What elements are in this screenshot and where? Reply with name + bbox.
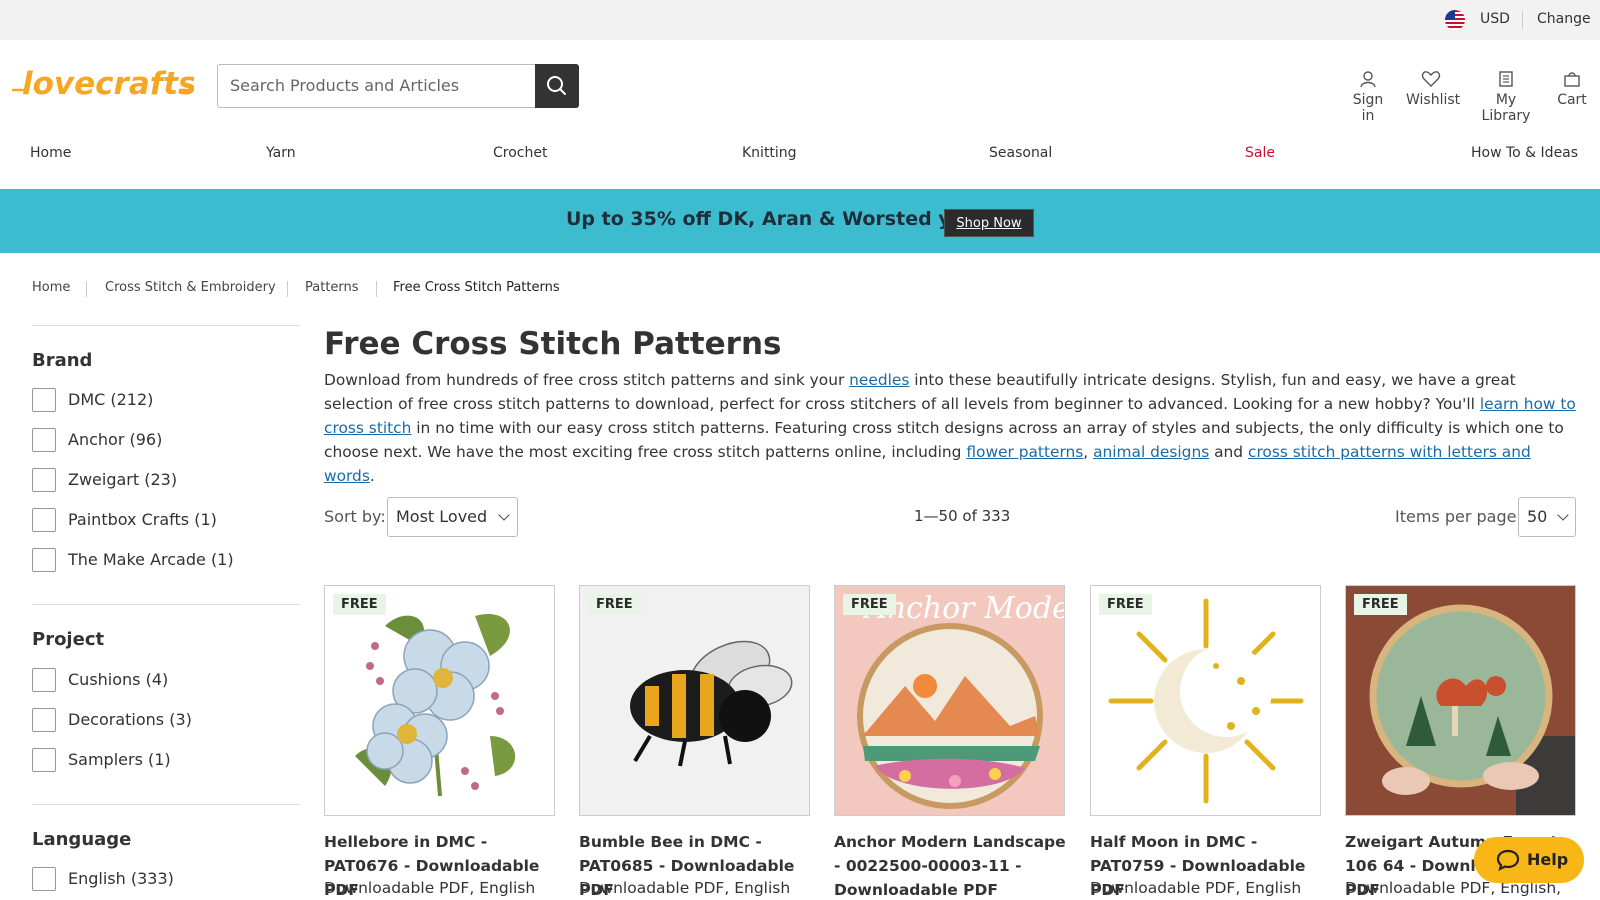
brand-option-label[interactable]: Zweigart (23) [68,470,177,489]
shop-now-button[interactable]: Shop Now [944,209,1034,237]
wishlist-button[interactable]: Wishlist [1406,70,1460,108]
product-image-hellebore[interactable]: FREE [324,585,555,816]
brand-checkbox-dmc[interactable] [32,388,56,412]
us-flag-icon [1445,10,1465,30]
breadcrumb-home[interactable]: Home [32,280,70,295]
sign-in-button[interactable]: Sign in [1345,70,1391,124]
project-filter-title[interactable]: Project [32,629,104,650]
breadcrumb-divider [287,281,288,297]
project-checkbox-decorations[interactable] [32,708,56,732]
promo-banner: Up to 35% off DK, Aran & Worsted yarns! [0,189,1600,253]
search-input[interactable] [230,65,530,106]
library-icon [1499,71,1513,87]
heart-icon [1421,71,1441,87]
divider [1522,11,1523,29]
bag-icon [1564,72,1580,87]
nav-crochet[interactable]: Crochet [493,145,547,161]
brand-checkbox-paintbox[interactable] [32,508,56,532]
results-count: 1—50 of 333 [914,507,1011,525]
free-badge: FREE [1354,594,1407,615]
items-per-page-label: Items per page: [1395,507,1522,526]
items-per-page-select[interactable]: 50 [1518,497,1576,537]
language-checkbox-english[interactable] [32,867,56,891]
breadcrumb-divider [376,281,377,297]
project-option-label[interactable]: Decorations (3) [68,710,192,729]
project-option-label[interactable]: Samplers (1) [68,750,171,769]
breadcrumb-patterns[interactable]: Patterns [305,280,359,295]
cart-label: Cart [1557,92,1587,108]
flower-patterns-link[interactable]: flower patterns [966,443,1083,461]
project-checkbox-samplers[interactable] [32,748,56,772]
user-icon [1360,71,1376,88]
nav-yarn[interactable]: Yarn [266,145,296,161]
free-badge: FREE [588,594,641,615]
divider [32,325,300,326]
free-badge: FREE [1099,594,1152,615]
chevron-down-icon [498,509,510,521]
divider [32,804,300,805]
free-badge: FREE [843,594,896,615]
search-icon [547,76,566,95]
change-currency-link[interactable]: Change [1537,11,1591,27]
chat-icon [1496,849,1520,871]
sort-select[interactable]: Most Loved [387,497,518,537]
project-checkbox-cushions[interactable] [32,668,56,692]
language-option-label[interactable]: English (333) [68,869,174,888]
chevron-down-icon [1557,509,1569,521]
wishlist-label: Wishlist [1406,92,1461,108]
breadcrumb-current: Free Cross Stitch Patterns [393,280,560,295]
brand-filter-title[interactable]: Brand [32,350,92,371]
my-library-label: My Library [1481,92,1531,124]
lovecrafts-logo[interactable]: lovecrafts [10,60,197,104]
nav-home[interactable]: Home [30,145,71,161]
divider [32,604,300,605]
currency-label: USD [1480,11,1510,27]
breadcrumb-cross-stitch[interactable]: Cross Stitch & Embroidery [105,280,276,295]
search-button[interactable] [535,64,579,108]
promo-text: Up to 35% off DK, Aran & Worsted yarns! [566,208,1007,230]
page-intro: Download from hundreds of free cross sti… [324,371,1576,485]
top-bar: USD Change [0,0,1600,40]
free-badge: FREE [333,594,386,615]
product-image-anchor-landscape[interactable]: Anchor Modern Landscape FREE [834,585,1065,816]
brand-option-label[interactable]: Anchor (96) [68,430,162,449]
logo-wordmark: lovecrafts [22,66,194,102]
help-label: Help [1527,850,1569,869]
my-library-button[interactable]: My Library [1471,70,1541,124]
cart-button[interactable]: Cart [1556,70,1588,108]
project-option-label[interactable]: Cushions (4) [68,670,168,689]
product-meta: Downloadable PDF, English [324,879,536,897]
nav-knitting[interactable]: Knitting [742,145,797,161]
nav-how-to-ideas[interactable]: How To & Ideas [1471,145,1578,161]
brand-checkbox-zweigart[interactable] [32,468,56,492]
brand-checkbox-make-arcade[interactable] [32,548,56,572]
brand-option-label[interactable]: DMC (212) [68,390,153,409]
nav-sale[interactable]: Sale [1245,145,1275,161]
product-meta: Downloadable PDF, English [579,879,791,897]
animal-designs-link[interactable]: animal designs [1093,443,1209,461]
product-image-zweigart-autumn[interactable]: FREE [1345,585,1576,816]
breadcrumb-divider [86,281,87,297]
product-meta: Downloadable PDF, English [1090,879,1302,897]
items-per-page-value: 50 [1527,507,1548,526]
brand-option-label[interactable]: Paintbox Crafts (1) [68,510,217,529]
product-title[interactable]: Anchor Modern Landscape - 0022500-00003-… [834,830,1066,900]
brand-option-label[interactable]: The Make Arcade (1) [68,550,234,569]
page-title: Free Cross Stitch Patterns [324,326,782,362]
nav-seasonal[interactable]: Seasonal [989,145,1052,161]
search-box [217,64,579,108]
product-image-bumble-bee[interactable]: FREE [579,585,810,816]
sign-in-label: Sign in [1352,92,1384,124]
product-image-half-moon[interactable]: FREE [1090,585,1321,816]
sort-label: Sort by: [324,507,386,526]
needles-link[interactable]: needles [849,371,909,389]
language-filter-title[interactable]: Language [32,829,131,850]
help-button[interactable]: Help [1474,837,1584,883]
brand-checkbox-anchor[interactable] [32,428,56,452]
sort-value: Most Loved [396,507,488,526]
